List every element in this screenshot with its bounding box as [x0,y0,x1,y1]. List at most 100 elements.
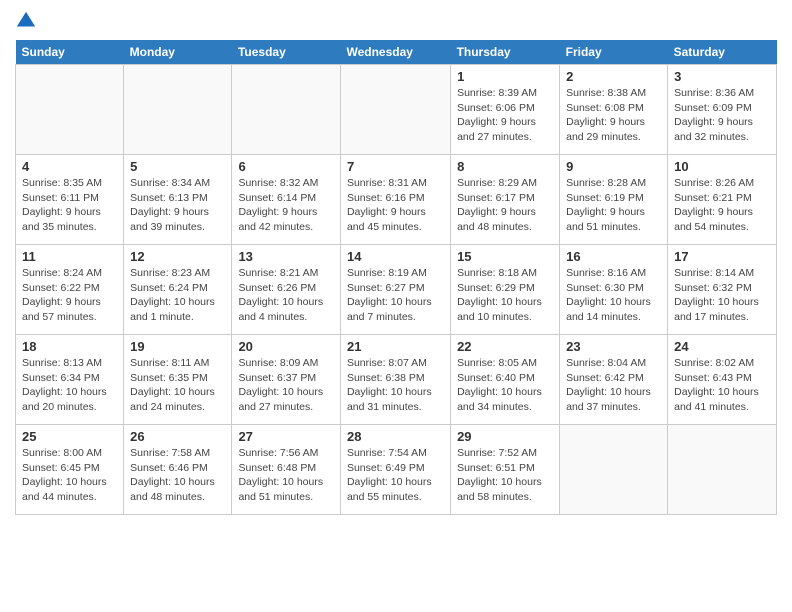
day-number: 7 [347,159,444,174]
day-info: Sunrise: 8:26 AMSunset: 6:21 PMDaylight:… [674,176,770,235]
day-number: 2 [566,69,661,84]
day-info: Sunrise: 8:21 AMSunset: 6:26 PMDaylight:… [238,266,334,325]
day-info: Sunrise: 8:38 AMSunset: 6:08 PMDaylight:… [566,86,661,145]
column-header-saturday: Saturday [668,40,777,65]
day-number: 22 [457,339,553,354]
day-info: Sunrise: 8:32 AMSunset: 6:14 PMDaylight:… [238,176,334,235]
day-number: 14 [347,249,444,264]
day-number: 13 [238,249,334,264]
day-info: Sunrise: 8:11 AMSunset: 6:35 PMDaylight:… [130,356,225,415]
day-info: Sunrise: 8:31 AMSunset: 6:16 PMDaylight:… [347,176,444,235]
calendar-cell: 27 Sunrise: 7:56 AMSunset: 6:48 PMDayligh… [232,425,341,515]
calendar-cell: 17 Sunrise: 8:14 AMSunset: 6:32 PMDayligh… [668,245,777,335]
calendar-cell: 16 Sunrise: 8:16 AMSunset: 6:30 PMDayligh… [560,245,668,335]
day-number: 1 [457,69,553,84]
day-number: 6 [238,159,334,174]
day-number: 23 [566,339,661,354]
calendar-cell: 6 Sunrise: 8:32 AMSunset: 6:14 PMDaylight… [232,155,341,245]
day-info: Sunrise: 8:05 AMSunset: 6:40 PMDaylight:… [457,356,553,415]
calendar-cell: 29 Sunrise: 7:52 AMSunset: 6:51 PMDayligh… [451,425,560,515]
day-info: Sunrise: 7:52 AMSunset: 6:51 PMDaylight:… [457,446,553,505]
day-number: 27 [238,429,334,444]
day-number: 28 [347,429,444,444]
calendar-cell: 2 Sunrise: 8:38 AMSunset: 6:08 PMDaylight… [560,65,668,155]
calendar-cell: 3 Sunrise: 8:36 AMSunset: 6:09 PMDaylight… [668,65,777,155]
calendar-cell: 8Sunrise: 8:29 AMSunset: 6:17 PMDaylight… [451,155,560,245]
calendar-cell: 25 Sunrise: 8:00 AMSunset: 6:45 PMDayligh… [16,425,124,515]
calendar-cell [560,425,668,515]
day-number: 3 [674,69,770,84]
calendar-cell: 20Sunrise: 8:09 AMSunset: 6:37 PMDayligh… [232,335,341,425]
column-header-wednesday: Wednesday [340,40,450,65]
calendar-cell [124,65,232,155]
day-number: 5 [130,159,225,174]
calendar-cell: 12 Sunrise: 8:23 AMSunset: 6:24 PMDayligh… [124,245,232,335]
day-number: 26 [130,429,225,444]
calendar-table: SundayMondayTuesdayWednesdayThursdayFrid… [15,40,777,515]
day-number: 10 [674,159,770,174]
logo-icon [15,10,37,32]
day-number: 4 [22,159,117,174]
calendar-cell: 7 Sunrise: 8:31 AMSunset: 6:16 PMDaylight… [340,155,450,245]
day-number: 25 [22,429,117,444]
calendar-cell [232,65,341,155]
day-info: Sunrise: 7:58 AMSunset: 6:46 PMDaylight:… [130,446,225,505]
day-info: Sunrise: 8:00 AMSunset: 6:45 PMDaylight:… [22,446,117,505]
day-info: Sunrise: 8:19 AMSunset: 6:27 PMDaylight:… [347,266,444,325]
day-headers-row: SundayMondayTuesdayWednesdayThursdayFrid… [16,40,777,65]
day-info: Sunrise: 8:04 AMSunset: 6:42 PMDaylight:… [566,356,661,415]
calendar-cell: 10 Sunrise: 8:26 AMSunset: 6:21 PMDayligh… [668,155,777,245]
day-number: 16 [566,249,661,264]
calendar-cell: 11 Sunrise: 8:24 AMSunset: 6:22 PMDayligh… [16,245,124,335]
calendar-cell [340,65,450,155]
day-info: Sunrise: 8:24 AMSunset: 6:22 PMDaylight:… [22,266,117,325]
day-info: Sunrise: 8:07 AMSunset: 6:38 PMDaylight:… [347,356,444,415]
day-info: Sunrise: 7:54 AMSunset: 6:49 PMDaylight:… [347,446,444,505]
week-row-2: 4 Sunrise: 8:35 AMSunset: 6:11 PMDaylight… [16,155,777,245]
day-number: 29 [457,429,553,444]
calendar-cell: 9Sunrise: 8:28 AMSunset: 6:19 PMDaylight… [560,155,668,245]
calendar-cell: 22 Sunrise: 8:05 AMSunset: 6:40 PMDayligh… [451,335,560,425]
calendar-cell: 23 Sunrise: 8:04 AMSunset: 6:42 PMDayligh… [560,335,668,425]
calendar-cell [668,425,777,515]
column-header-thursday: Thursday [451,40,560,65]
day-info: Sunrise: 8:39 AMSunset: 6:06 PMDaylight:… [457,86,553,145]
day-info: Sunrise: 8:23 AMSunset: 6:24 PMDaylight:… [130,266,225,325]
day-number: 11 [22,249,117,264]
calendar-cell: 26 Sunrise: 7:58 AMSunset: 6:46 PMDayligh… [124,425,232,515]
day-info: Sunrise: 8:36 AMSunset: 6:09 PMDaylight:… [674,86,770,145]
day-number: 19 [130,339,225,354]
calendar-cell: 28 Sunrise: 7:54 AMSunset: 6:49 PMDayligh… [340,425,450,515]
column-header-friday: Friday [560,40,668,65]
day-info: Sunrise: 8:13 AMSunset: 6:34 PMDaylight:… [22,356,117,415]
calendar-cell: 14 Sunrise: 8:19 AMSunset: 6:27 PMDayligh… [340,245,450,335]
day-number: 18 [22,339,117,354]
column-header-sunday: Sunday [16,40,124,65]
column-header-monday: Monday [124,40,232,65]
day-info: Sunrise: 8:28 AMSunset: 6:19 PMDaylight:… [566,176,661,235]
calendar-cell [16,65,124,155]
day-info: Sunrise: 8:16 AMSunset: 6:30 PMDaylight:… [566,266,661,325]
logo [15,10,41,32]
calendar-cell: 21 Sunrise: 8:07 AMSunset: 6:38 PMDayligh… [340,335,450,425]
day-info: Sunrise: 8:14 AMSunset: 6:32 PMDaylight:… [674,266,770,325]
week-row-4: 18 Sunrise: 8:13 AMSunset: 6:34 PMDayligh… [16,335,777,425]
calendar-cell: 18 Sunrise: 8:13 AMSunset: 6:34 PMDayligh… [16,335,124,425]
calendar-cell: 15 Sunrise: 8:18 AMSunset: 6:29 PMDayligh… [451,245,560,335]
day-number: 17 [674,249,770,264]
day-number: 21 [347,339,444,354]
day-number: 15 [457,249,553,264]
calendar-cell: 19 Sunrise: 8:11 AMSunset: 6:35 PMDayligh… [124,335,232,425]
column-header-tuesday: Tuesday [232,40,341,65]
calendar-cell: 13 Sunrise: 8:21 AMSunset: 6:26 PMDayligh… [232,245,341,335]
day-info: Sunrise: 8:02 AMSunset: 6:43 PMDaylight:… [674,356,770,415]
day-info: Sunrise: 8:35 AMSunset: 6:11 PMDaylight:… [22,176,117,235]
week-row-3: 11 Sunrise: 8:24 AMSunset: 6:22 PMDayligh… [16,245,777,335]
header [15,10,777,32]
calendar-cell: 24Sunrise: 8:02 AMSunset: 6:43 PMDayligh… [668,335,777,425]
week-row-1: 1 Sunrise: 8:39 AMSunset: 6:06 PMDaylight… [16,65,777,155]
day-info: Sunrise: 7:56 AMSunset: 6:48 PMDaylight:… [238,446,334,505]
day-number: 12 [130,249,225,264]
day-info: Sunrise: 8:18 AMSunset: 6:29 PMDaylight:… [457,266,553,325]
day-info: Sunrise: 8:29 AMSunset: 6:17 PMDaylight:… [457,176,553,235]
